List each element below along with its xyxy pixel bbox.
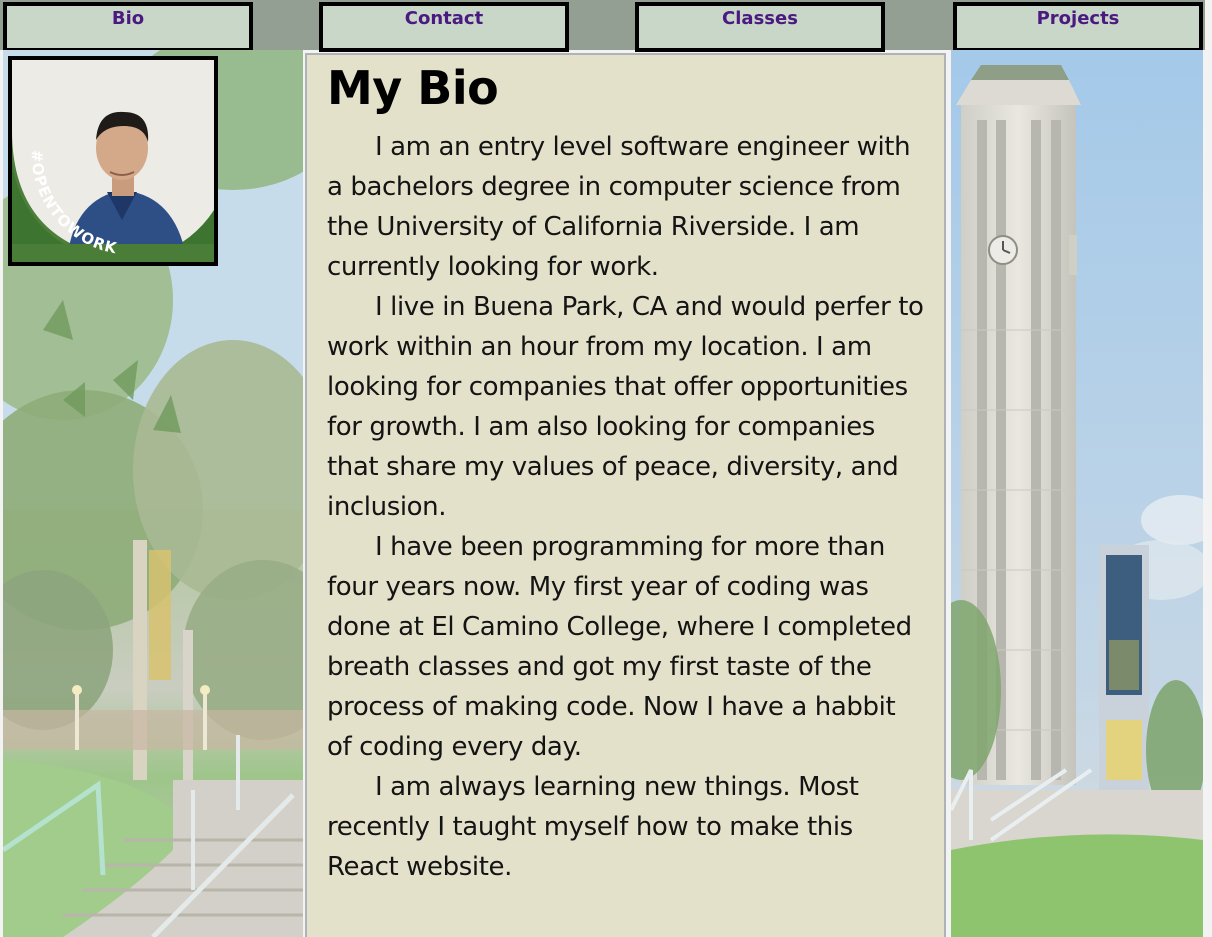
bio-paragraph: I have been programming for more than fo… bbox=[327, 532, 912, 762]
nav-bio-button[interactable]: Bio bbox=[3, 2, 253, 52]
nav-projects-button[interactable]: Projects bbox=[953, 2, 1203, 52]
bio-text: I am an entry level software engineer wi… bbox=[327, 127, 927, 887]
profile-photo: #OPENTOWORK bbox=[8, 56, 218, 266]
bio-paragraph: I live in Buena Park, CA and would perfe… bbox=[327, 292, 924, 522]
window-edge bbox=[1205, 0, 1212, 937]
bio-paragraph: I am always learning new things. Most re… bbox=[327, 772, 859, 882]
bio-paragraph: I am an entry level software engineer wi… bbox=[327, 132, 911, 282]
bell-tower-image bbox=[951, 50, 1203, 937]
top-navigation: Bio Contact Classes Projects bbox=[0, 0, 1205, 52]
nav-classes-button[interactable]: Classes bbox=[635, 2, 885, 52]
nav-contact-button[interactable]: Contact bbox=[319, 2, 569, 52]
page-title: My Bio bbox=[327, 61, 499, 115]
bio-section: My Bio I am an entry level software engi… bbox=[305, 53, 946, 937]
